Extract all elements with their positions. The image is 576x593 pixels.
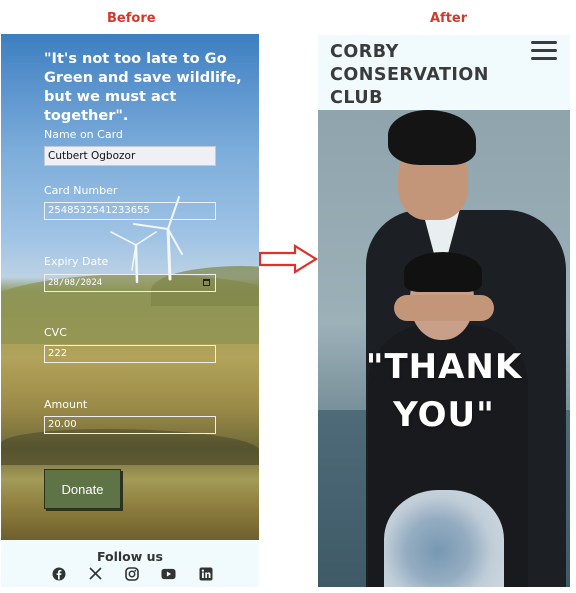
woman-hair: [404, 252, 482, 292]
donate-button[interactable]: Donate: [44, 469, 121, 509]
club-title-line: CONSERVATION: [330, 65, 489, 85]
after-caption: After: [430, 11, 468, 26]
thank-you-line: YOU": [393, 395, 495, 435]
hamburger-menu-icon[interactable]: [531, 41, 557, 61]
name-on-card-label: Name on Card: [44, 128, 123, 141]
club-title-line: CLUB: [330, 88, 383, 108]
calendar-icon[interactable]: [203, 279, 210, 286]
right-arrow-icon: [259, 244, 319, 274]
instagram-icon[interactable]: [124, 566, 139, 581]
card-number-input[interactable]: 2548532541233655: [44, 202, 216, 220]
thank-you-line: "THANK: [365, 347, 523, 387]
before-screen: "It's not too late to Go Green and save …: [1, 34, 259, 587]
site-header: CORBY CONSERVATION CLUB: [318, 35, 570, 110]
club-title[interactable]: CORBY CONSERVATION CLUB: [330, 41, 489, 110]
before-caption: Before: [107, 11, 156, 26]
name-on-card-input[interactable]: Cutbert Ogbozor: [44, 146, 216, 166]
thank-you-hero-photo: "THANK YOU": [318, 110, 570, 587]
x-icon[interactable]: [88, 566, 103, 581]
amount-input[interactable]: 20.00: [44, 416, 216, 434]
footer: Follow us: [1, 540, 259, 587]
linkedin-icon[interactable]: [198, 566, 213, 581]
amount-label: Amount: [44, 398, 88, 411]
cvc-input[interactable]: 222: [44, 345, 216, 363]
globe-in-plastic-bag: [384, 490, 504, 587]
hands-over-eyes: [394, 295, 494, 321]
club-title-line: CORBY: [330, 42, 399, 62]
youtube-icon[interactable]: [161, 566, 176, 581]
inspirational-quote: "It's not too late to Go Green and save …: [44, 51, 242, 124]
expiry-date-input[interactable]: 28/08/2024: [44, 274, 216, 292]
facebook-icon[interactable]: [51, 566, 66, 581]
man-hair: [388, 110, 476, 165]
follow-us-heading: Follow us: [96, 549, 163, 564]
card-number-label: Card Number: [44, 184, 118, 197]
cvc-label: CVC: [44, 326, 67, 339]
expiry-date-value: 28/08/2024: [48, 278, 103, 288]
after-screen: CORBY CONSERVATION CLUB "THANK YOU": [318, 35, 570, 587]
expiry-date-label: Expiry Date: [44, 255, 109, 268]
thank-you-heading: "THANK YOU": [318, 343, 570, 439]
